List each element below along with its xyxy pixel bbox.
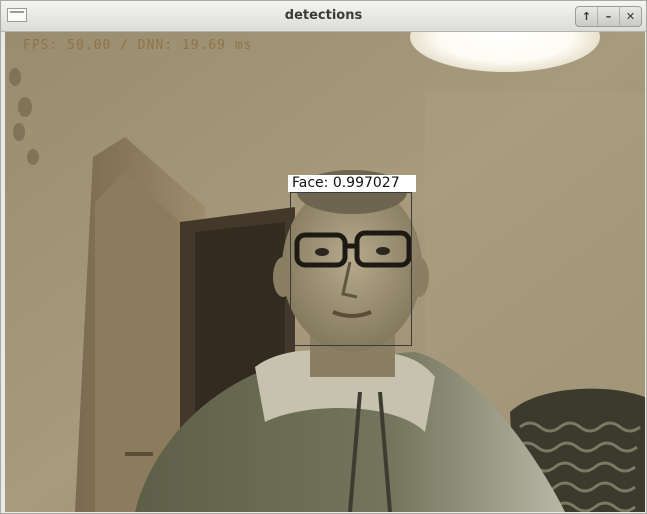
detection-label: Face: 0.997027 bbox=[292, 175, 400, 191]
window-title: detections bbox=[284, 8, 363, 23]
window-controls: ↑ – ✕ bbox=[575, 6, 642, 27]
minimize-button[interactable]: – bbox=[597, 7, 619, 26]
detection-bounding-box bbox=[290, 192, 412, 346]
app-window: detections ↑ – ✕ FPS: 50.00 / DNN: 19.69… bbox=[0, 0, 647, 514]
title-bar[interactable]: detections ↑ – ✕ bbox=[1, 1, 646, 32]
camera-feed: FPS: 50.00 / DNN: 19.69 ms Face: 0.99702… bbox=[5, 32, 645, 512]
restore-button[interactable]: ↑ bbox=[576, 7, 597, 26]
fps-overlay-text: FPS: 50.00 / DNN: 19.69 ms bbox=[23, 38, 253, 53]
close-button[interactable]: ✕ bbox=[619, 7, 641, 26]
